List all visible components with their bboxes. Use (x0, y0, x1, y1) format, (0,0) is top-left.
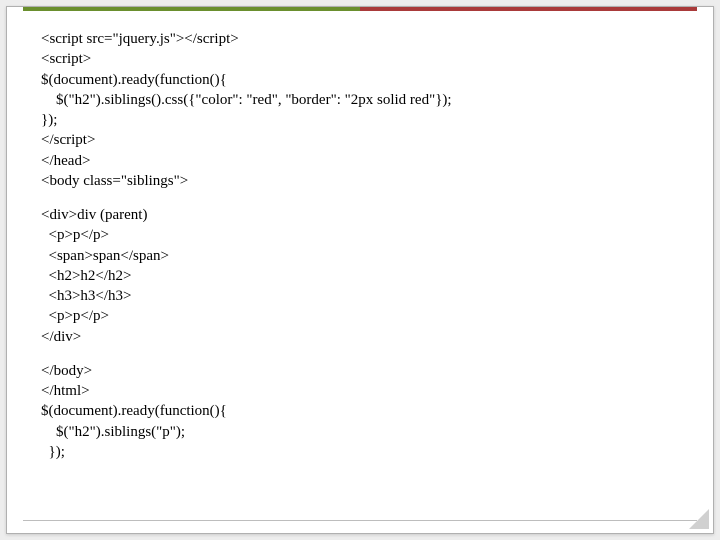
code-line: <h3>h3</h3> (41, 286, 689, 306)
code-line: <p>p</p> (41, 225, 689, 245)
accent-bottom (23, 520, 697, 521)
code-line: }); (41, 442, 689, 462)
code-line: <script> (41, 49, 689, 69)
code-line: <div>div (parent) (41, 205, 689, 225)
accent-green (23, 7, 360, 11)
blank-line (41, 347, 689, 361)
code-line: <body class="siblings"> (41, 171, 689, 191)
code-line: $(document).ready(function(){ (41, 401, 689, 421)
code-line: </head> (41, 151, 689, 171)
code-line: $("h2").siblings().css({"color": "red", … (41, 90, 689, 110)
accent-red (360, 7, 697, 11)
code-line: <p>p</p> (41, 306, 689, 326)
code-line: $("h2").siblings("p"); (41, 422, 689, 442)
code-line: </div> (41, 327, 689, 347)
code-line: $(document).ready(function(){ (41, 70, 689, 90)
code-line: </body> (41, 361, 689, 381)
code-line: <h2>h2</h2> (41, 266, 689, 286)
code-line: <script src="jquery.js"></script> (41, 29, 689, 49)
slide: <script src="jquery.js"></script> <scrip… (6, 6, 714, 534)
code-line: </script> (41, 130, 689, 150)
code-content: <script src="jquery.js"></script> <scrip… (41, 29, 689, 509)
blank-line (41, 191, 689, 205)
page-curl-icon (689, 509, 709, 529)
accent-top (23, 7, 697, 11)
code-line: <span>span</span> (41, 246, 689, 266)
code-line: </html> (41, 381, 689, 401)
code-line: }); (41, 110, 689, 130)
